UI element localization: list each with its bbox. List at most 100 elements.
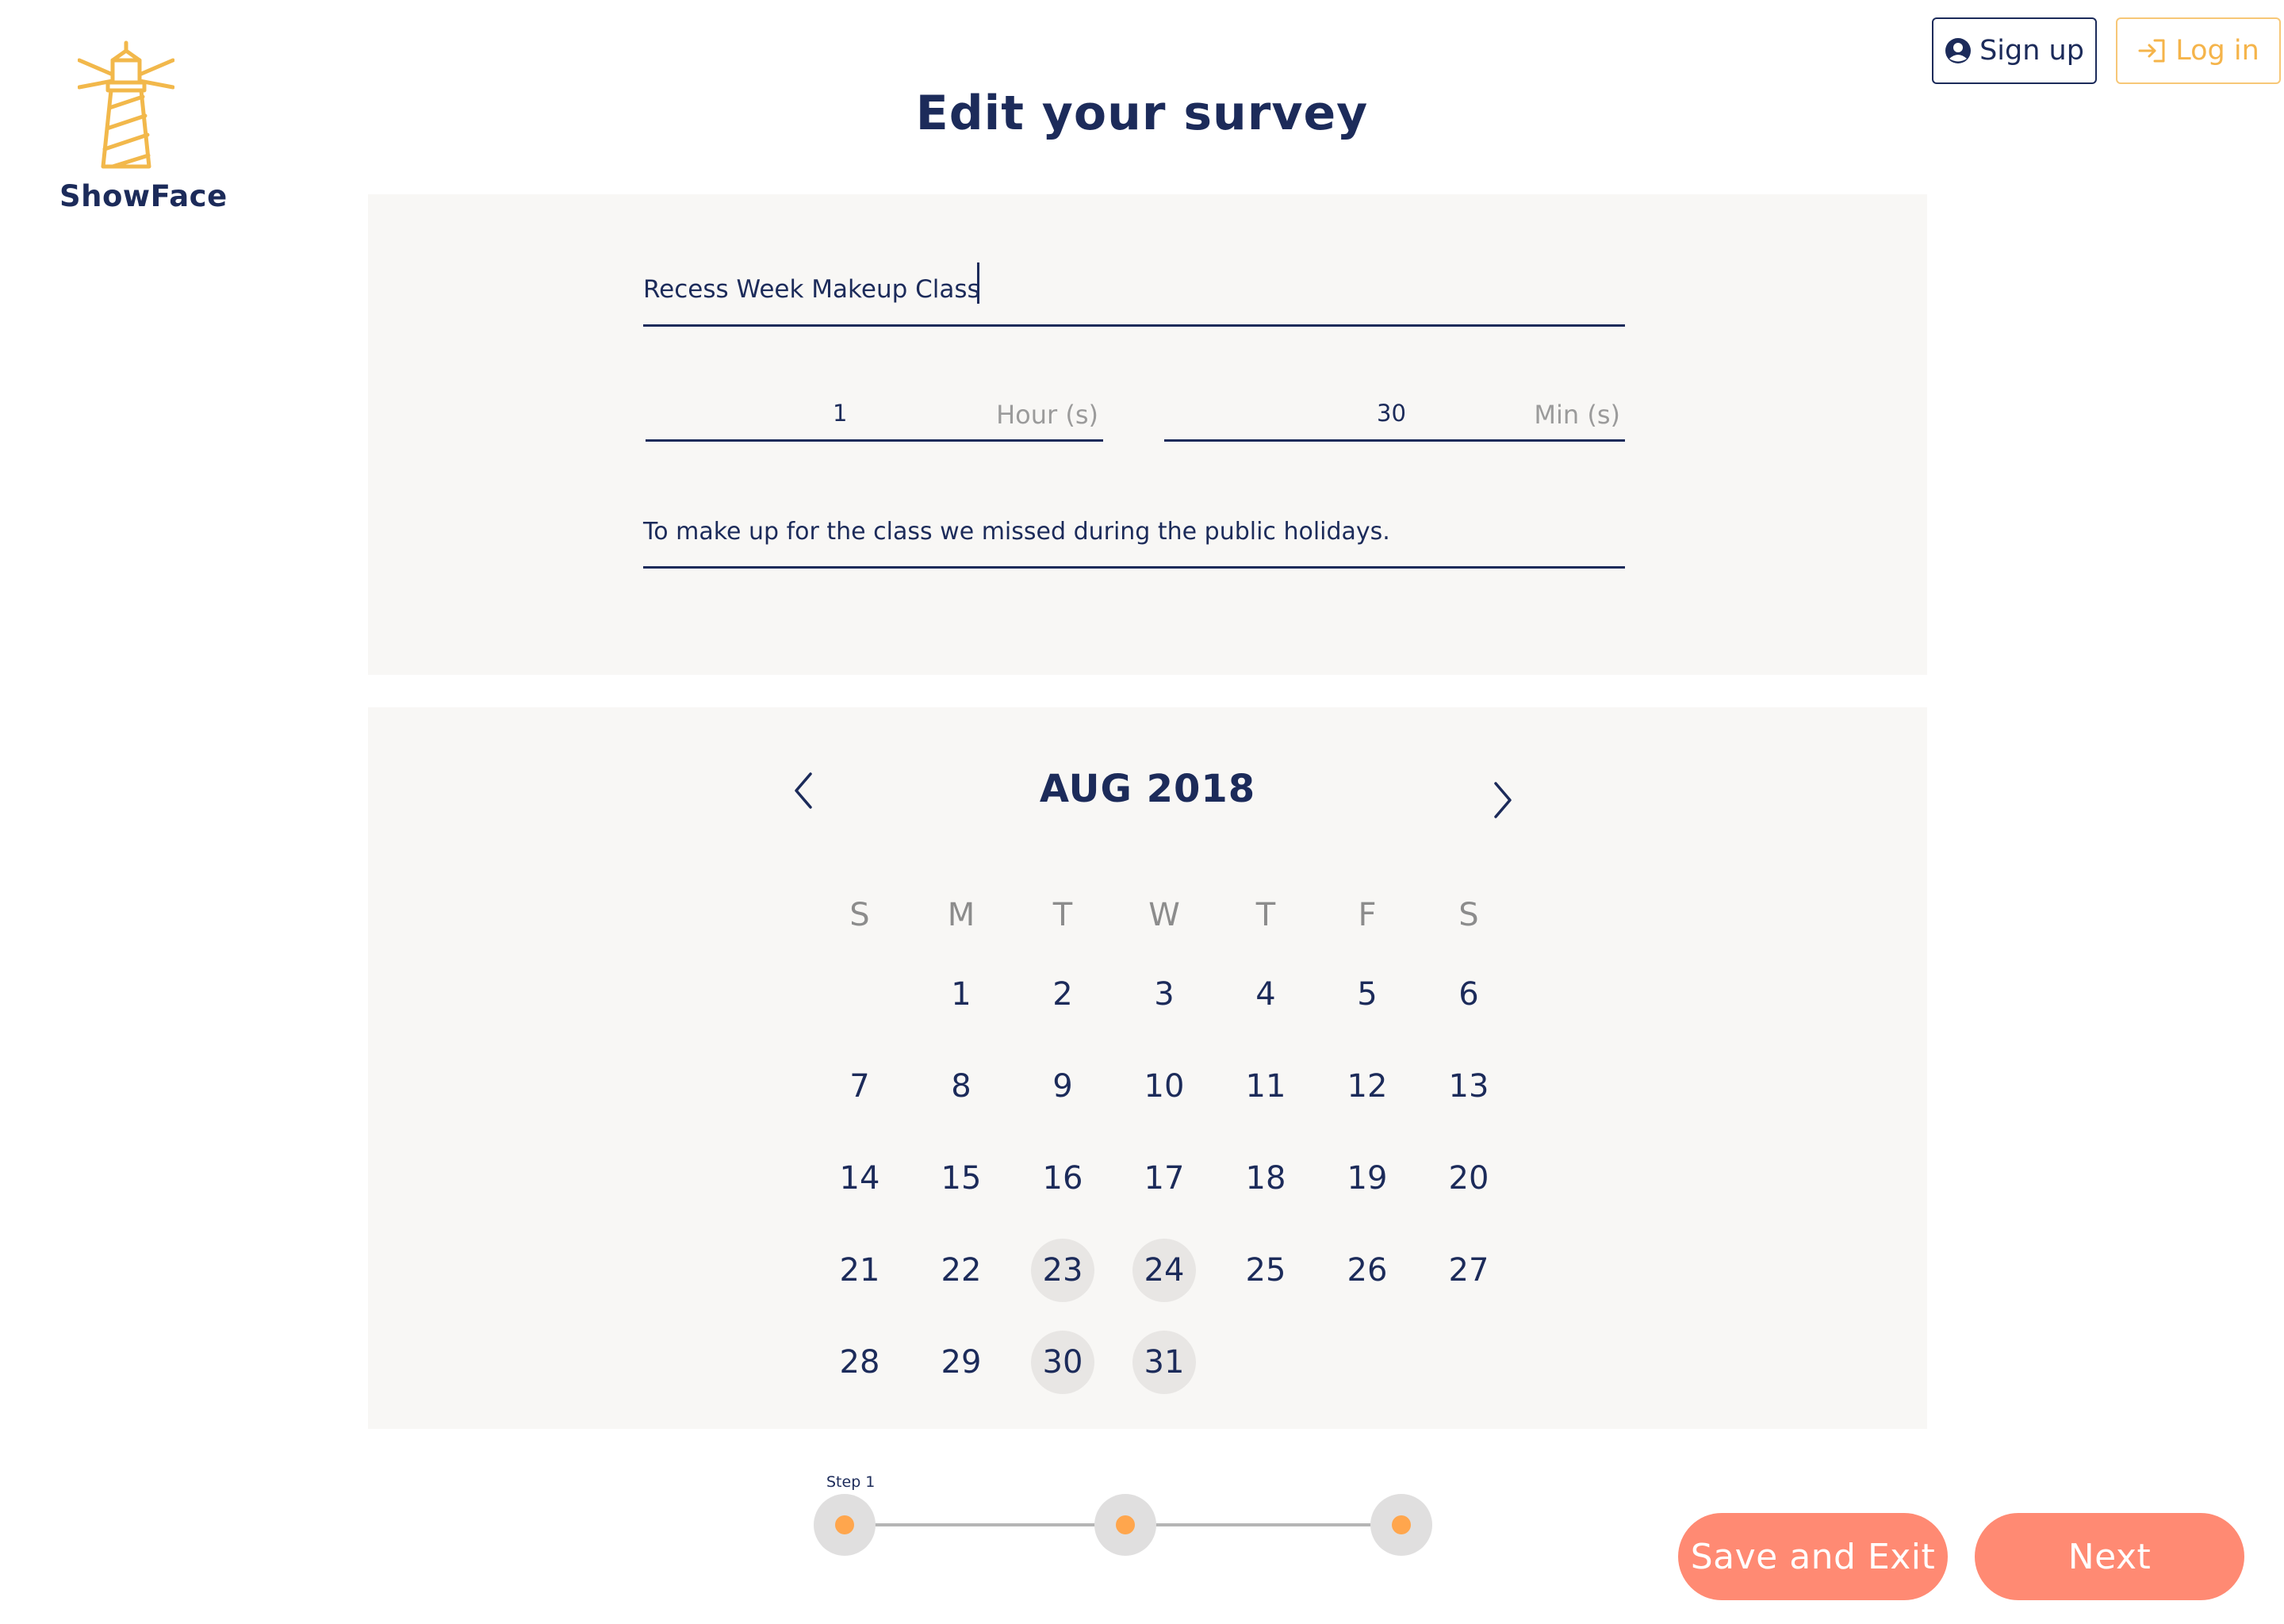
step-label: Step 1 [826,1473,876,1491]
weekday-label: M [947,897,975,933]
calendar-day-number: 10 [1144,1068,1185,1105]
hours-value: 1 [833,400,848,427]
text-cursor [977,262,979,304]
sign-in-icon [2137,37,2167,64]
calendar-day-number: 4 [1255,976,1276,1013]
calendar-day[interactable]: 25 [1215,1224,1316,1316]
survey-details-panel: Recess Week Makeup Class 1 Hour (s) 30 M… [368,194,1927,675]
calendar-blank-cell [809,948,910,1040]
calendar-days: 1 2 3 4 5 6 7 8 9 10 11 12 13 14 15 16 17 18 19 20 21 22 23 24 2… [809,948,1519,1408]
calendar-day[interactable]: 28 [809,1316,910,1408]
calendar-panel: AUG 2018 SMTWTFS 1 2 3 4 5 6 7 8 9 10 11 12 13 14 15 16… [368,707,1927,1429]
calendar-day-number: 16 [1042,1160,1083,1197]
step-dot [1392,1515,1411,1534]
calendar-day-number: 7 [849,1068,870,1105]
calendar-day[interactable]: 19 [1316,1132,1418,1224]
calendar-day-number: 30 [1031,1331,1094,1394]
step-3-indicator[interactable] [1370,1494,1432,1556]
duration-minutes-field[interactable]: 30 Min (s) [1164,378,1625,442]
progress-stepper: Step 1 [812,1469,1439,1556]
calendar-day[interactable]: 29 [910,1316,1012,1408]
survey-description-value: To make up for the class we missed durin… [643,518,1390,546]
survey-title-field[interactable]: Recess Week Makeup Class [643,262,1625,327]
calendar-day-number: 22 [941,1252,982,1289]
calendar-day[interactable]: 14 [809,1132,910,1224]
survey-description-field[interactable]: To make up for the class we missed durin… [643,508,1625,569]
calendar-day-number: 29 [941,1344,982,1381]
calendar-day-number: 14 [839,1160,880,1197]
calendar-day-number: 17 [1144,1160,1185,1197]
log-in-button[interactable]: Log in [2116,17,2281,84]
calendar-day-selected[interactable]: 30 [1012,1316,1113,1408]
weekday-label: T [1052,897,1073,933]
calendar-day[interactable]: 22 [910,1224,1012,1316]
step-dot [835,1515,854,1534]
calendar-day[interactable]: 13 [1418,1040,1519,1132]
step-2-indicator[interactable] [1094,1494,1156,1556]
sign-up-button[interactable]: Sign up [1932,17,2097,84]
calendar-day-number: 28 [839,1344,880,1381]
save-and-exit-button[interactable]: Save and Exit [1678,1513,1948,1600]
calendar-day[interactable]: 8 [910,1040,1012,1132]
calendar-day-number: 13 [1448,1068,1489,1105]
calendar-day-selected[interactable]: 24 [1113,1224,1215,1316]
calendar-day-number: 27 [1448,1252,1489,1289]
calendar-day-number: 3 [1154,976,1175,1013]
calendar-day[interactable]: 5 [1316,948,1418,1040]
calendar-day[interactable]: 17 [1113,1132,1215,1224]
step-1-indicator[interactable] [814,1494,876,1556]
calendar-day-number: 18 [1245,1160,1286,1197]
calendar-day-number: 11 [1245,1068,1286,1105]
calendar-day-number: 15 [941,1160,982,1197]
calendar-day[interactable]: 21 [809,1224,910,1316]
calendar-day-number: 26 [1347,1252,1388,1289]
calendar-day-number: 12 [1347,1068,1388,1105]
calendar-day-number: 21 [839,1252,880,1289]
duration-hours-field[interactable]: 1 Hour (s) [646,378,1103,442]
calendar-day[interactable]: 4 [1215,948,1316,1040]
calendar-day[interactable]: 20 [1418,1132,1519,1224]
calendar-day-number: 1 [951,976,971,1013]
chevron-right-icon [1494,782,1512,818]
calendar-day[interactable]: 2 [1012,948,1113,1040]
sign-up-label: Sign up [1979,35,2084,67]
calendar-day-selected[interactable]: 31 [1113,1316,1215,1408]
user-circle-icon [1945,37,1972,64]
page-title: Edit your survey [915,86,1369,141]
calendar-day[interactable]: 15 [910,1132,1012,1224]
calendar-day[interactable]: 7 [809,1040,910,1132]
brand-name: ShowFace [59,179,228,213]
calendar-month-label: AUG 2018 [1039,767,1256,811]
calendar-day[interactable]: 18 [1215,1132,1316,1224]
weekday-header-row: SMTWTFS [809,891,1519,939]
calendar-day-selected[interactable]: 23 [1012,1224,1113,1316]
weekday-label: S [1458,897,1479,933]
calendar-day[interactable]: 27 [1418,1224,1519,1316]
next-button[interactable]: Next [1975,1513,2244,1600]
calendar-day-number: 8 [951,1068,971,1105]
calendar-day[interactable]: 9 [1012,1040,1113,1132]
calendar-day[interactable]: 11 [1215,1040,1316,1132]
calendar-day-number: 20 [1448,1160,1489,1197]
calendar-day[interactable]: 1 [910,948,1012,1040]
calendar-grid: SMTWTFS 1 2 3 4 5 6 7 8 9 10 11 12 13 14 15 16 17 18 19 20 2… [809,891,1519,1408]
calendar-day[interactable]: 6 [1418,948,1519,1040]
calendar-day-number: 6 [1458,976,1479,1013]
calendar-day[interactable]: 3 [1113,948,1215,1040]
calendar-day[interactable]: 12 [1316,1040,1418,1132]
calendar-day[interactable]: 26 [1316,1224,1418,1316]
minutes-value: 30 [1377,400,1406,427]
next-month-button[interactable] [1478,774,1526,829]
calendar-day-number: 5 [1357,976,1378,1013]
log-in-label: Log in [2175,35,2259,67]
weekday-label: F [1358,897,1377,933]
minutes-unit-label: Min (s) [1534,400,1620,430]
calendar-day[interactable]: 16 [1012,1132,1113,1224]
calendar-day-number: 2 [1052,976,1073,1013]
calendar-day-number: 9 [1052,1068,1073,1105]
weekday-label: T [1255,897,1276,933]
calendar-day-number: 24 [1132,1239,1196,1302]
calendar-day-number: 23 [1031,1239,1094,1302]
calendar-day[interactable]: 10 [1113,1040,1215,1132]
weekday-label: S [849,897,870,933]
